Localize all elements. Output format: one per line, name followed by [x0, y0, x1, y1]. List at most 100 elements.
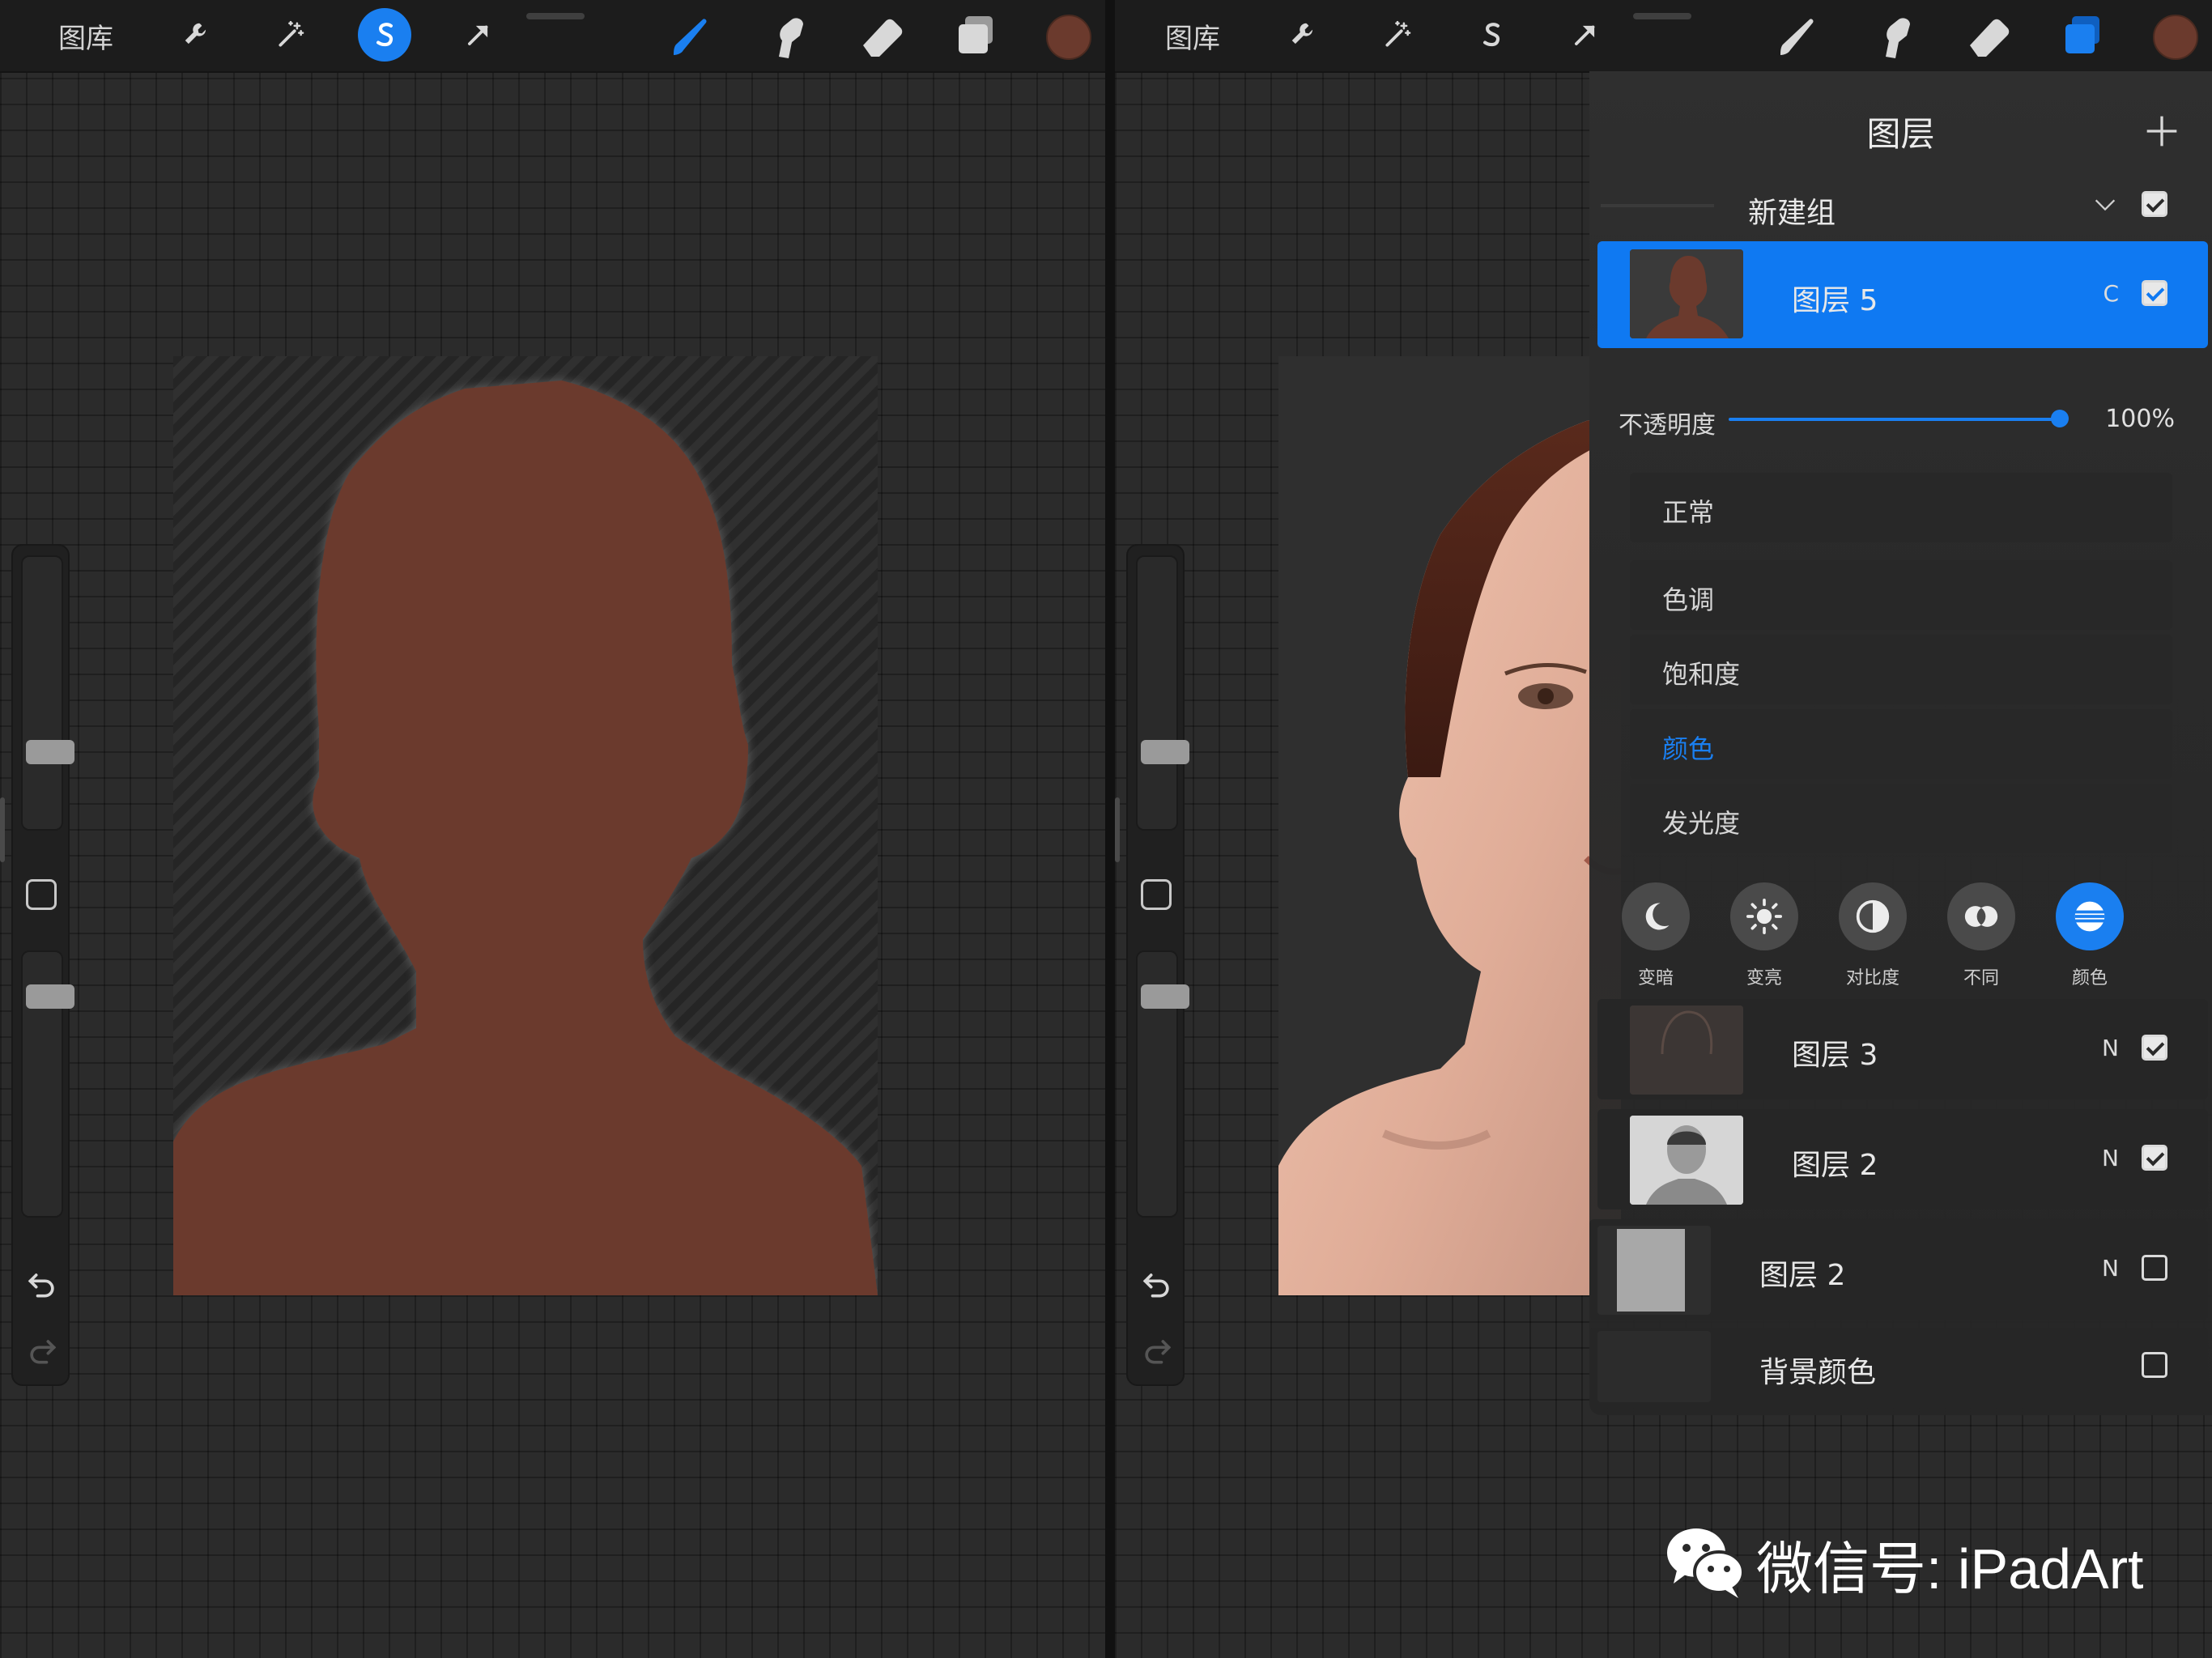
blend-mode-label: 正常: [1662, 497, 1715, 528]
undo-icon[interactable]: [24, 1266, 60, 1302]
brush-icon[interactable]: [1772, 6, 1831, 65]
screenshot-divider: [1105, 0, 1115, 1658]
moon-icon: [1645, 903, 1670, 930]
wechat-icon: [1667, 1528, 1745, 1598]
sidebar-tab-right[interactable]: [1115, 797, 1120, 862]
canvas-view-right: 图库 图层 新建组 图层 5 C 不透明度 100% 正常 色调 饱和度 颜色 …: [1115, 0, 2212, 1658]
blend-mode-normal[interactable]: 正常: [1630, 473, 2172, 542]
blend-mode-hue[interactable]: 色调: [1630, 560, 2172, 630]
opacity-slider-track[interactable]: [1729, 418, 2059, 421]
layer-visibility-checkbox[interactable]: [2142, 1255, 2167, 1281]
layer-row-2a[interactable]: 图层 2 N: [1597, 1109, 2208, 1209]
contrast-label: 对比度: [1845, 968, 1899, 988]
layer-thumbnail: [1630, 1116, 1743, 1205]
canvas-artwork[interactable]: [1278, 356, 1621, 1295]
portrait-illustration: [1278, 413, 1621, 1295]
eraser-icon[interactable]: [853, 6, 912, 65]
selection-s-icon[interactable]: [1465, 8, 1518, 62]
opacity-slider-knob[interactable]: [2051, 410, 2069, 427]
modify-square-button[interactable]: [26, 879, 57, 910]
opacity-slider[interactable]: [21, 950, 74, 1218]
color-stripes-icon: [2074, 901, 2105, 932]
blend-mode-saturation[interactable]: 饱和度: [1630, 635, 2172, 704]
chevron-down-icon[interactable]: [2091, 191, 2119, 219]
selection-s-icon[interactable]: [358, 8, 411, 62]
layer-thumbnail: [1630, 1005, 1743, 1095]
blend-mode-label: 颜色: [1662, 733, 1715, 764]
background-color-swatch: [1597, 1331, 1711, 1402]
add-layer-icon[interactable]: [2144, 113, 2180, 149]
opacity-thumb[interactable]: [26, 984, 74, 1009]
layer-row-3[interactable]: 图层 3 N: [1597, 999, 2208, 1099]
layer-name: 背景颜色: [1759, 1356, 1877, 1389]
background-color-row[interactable]: 背景颜色: [1589, 1328, 2208, 1405]
magic-wand-icon[interactable]: [264, 8, 317, 62]
blend-mode-label: 发光度: [1662, 808, 1741, 839]
smudge-icon[interactable]: [759, 6, 818, 65]
group-name: 新建组: [1748, 197, 1836, 230]
watermark-text: 微信号: iPadArt: [1756, 1537, 2144, 1601]
layer-visibility-checkbox[interactable]: [2142, 280, 2167, 306]
color-category-button[interactable]: [2056, 882, 2124, 950]
redo-icon[interactable]: [1139, 1333, 1175, 1368]
layer-thumbnail: [1630, 249, 1743, 338]
blend-mode-label: 饱和度: [1662, 659, 1741, 690]
difference-label: 不同: [1963, 968, 1999, 988]
layer-blend-mode[interactable]: N: [2102, 1255, 2119, 1282]
opacity-thumb[interactable]: [1141, 984, 1189, 1009]
sidebar-tab-left[interactable]: [0, 797, 5, 862]
modify-square-button[interactable]: [1141, 879, 1172, 910]
opacity-slider[interactable]: [1136, 950, 1189, 1218]
magic-wand-icon[interactable]: [1371, 8, 1424, 62]
top-toolbar-right: 图库: [1115, 0, 2212, 73]
layer-row-5[interactable]: 图层 5 C: [1597, 241, 2208, 348]
lighten-category-button[interactable]: [1730, 882, 1798, 950]
opacity-value: 100%: [2105, 405, 2175, 433]
gallery-button[interactable]: 图库: [58, 16, 113, 56]
wrench-icon[interactable]: [170, 8, 223, 62]
transform-arrow-icon[interactable]: [1559, 8, 1612, 62]
layers-icon[interactable]: [947, 6, 1006, 65]
layer-visibility-checkbox[interactable]: [2142, 1035, 2167, 1061]
color-swatch[interactable]: [1046, 15, 1091, 60]
redo-icon[interactable]: [24, 1333, 60, 1368]
group-line: [1601, 204, 1714, 207]
contrast-category-button[interactable]: [1839, 882, 1907, 950]
layer-row-2b[interactable]: 图层 2 N: [1589, 1219, 2208, 1320]
darken-category-button[interactable]: [1622, 882, 1690, 950]
blend-mode-luminosity[interactable]: 发光度: [1630, 784, 2172, 853]
gallery-button[interactable]: 图库: [1165, 16, 1220, 56]
layers-icon[interactable]: [2054, 6, 2112, 65]
wrench-icon[interactable]: [1277, 8, 1330, 62]
layer-blend-mode[interactable]: C: [2103, 280, 2119, 307]
difference-category-button[interactable]: [1947, 882, 2015, 950]
layer-visibility-checkbox[interactable]: [2142, 1352, 2167, 1378]
layer-name: 图层 3: [1792, 1039, 1878, 1072]
eraser-icon[interactable]: [1960, 6, 2018, 65]
blend-mode-label: 色调: [1662, 585, 1715, 615]
brush-icon[interactable]: [666, 6, 724, 65]
undo-icon[interactable]: [1139, 1266, 1175, 1302]
top-grabber[interactable]: [1633, 13, 1691, 19]
brush-size-thumb[interactable]: [26, 740, 74, 764]
canvas-artwork[interactable]: [173, 356, 878, 1295]
top-grabber[interactable]: [526, 13, 585, 19]
layer-name: 图层 2: [1792, 1149, 1878, 1182]
group-visibility-checkbox[interactable]: [2142, 191, 2167, 217]
brush-size-slider[interactable]: [1136, 555, 1189, 831]
layer-visibility-checkbox[interactable]: [2142, 1145, 2167, 1171]
color-swatch[interactable]: [2153, 15, 2198, 60]
blend-mode-color[interactable]: 颜色: [1630, 709, 2172, 779]
contrast-icon: [1856, 899, 1890, 933]
darken-label: 变暗: [1637, 968, 1674, 988]
brush-size-slider[interactable]: [21, 555, 74, 831]
sun-icon: [1746, 899, 1782, 934]
transform-arrow-icon[interactable]: [452, 8, 505, 62]
lighten-label: 变亮: [1746, 968, 1782, 988]
sidebar-right: [1126, 544, 1189, 1386]
layer-blend-mode[interactable]: N: [2102, 1035, 2119, 1061]
smudge-icon[interactable]: [1866, 6, 1925, 65]
brush-size-thumb[interactable]: [1141, 740, 1189, 764]
layer-blend-mode[interactable]: N: [2102, 1145, 2119, 1171]
layer-group-row[interactable]: 新建组: [1597, 170, 2208, 241]
